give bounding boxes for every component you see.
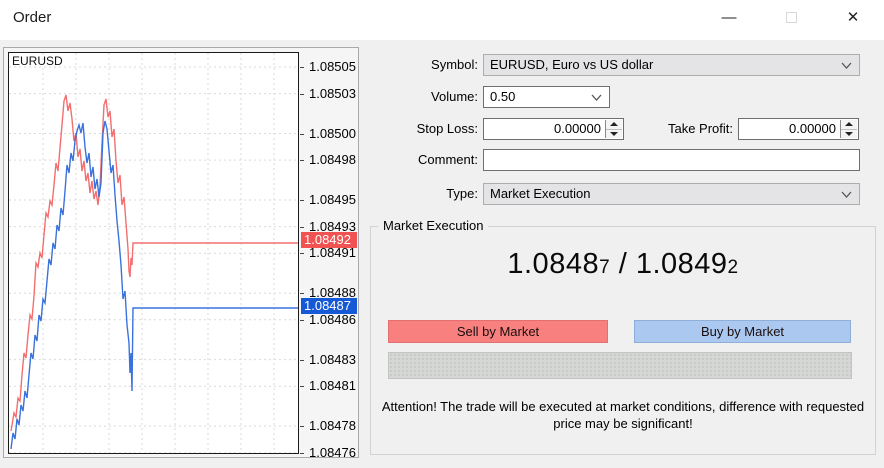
minimize-icon: — xyxy=(722,9,737,26)
axis-tick xyxy=(300,426,304,427)
sell-by-market-button[interactable]: Sell by Market xyxy=(388,320,608,343)
volume-value: 0.50 xyxy=(490,89,515,104)
price-scale: 1.08492 1.08487 1.085051.085031.085001.0… xyxy=(300,48,358,458)
take-profit-stepper xyxy=(840,120,857,138)
stop-loss-stepper xyxy=(605,120,622,138)
symbol-value: EURUSD, Euro vs US dollar xyxy=(490,57,653,72)
quote-separator: / xyxy=(610,248,636,280)
axis-tick xyxy=(300,360,304,361)
title-bar: Order — ✕ xyxy=(0,0,884,40)
chart-panel: EURUSD 1.08492 1.08487 1.085051.085031.0… xyxy=(3,47,359,458)
symbol-select[interactable]: EURUSD, Euro vs US dollar xyxy=(483,54,860,76)
maximize-button xyxy=(760,0,822,34)
axis-price-label: 1.08483 xyxy=(309,352,356,368)
axis-price-label: 1.08491 xyxy=(309,245,356,261)
buy-by-market-button[interactable]: Buy by Market xyxy=(634,320,851,343)
chevron-down-icon xyxy=(840,188,853,201)
spin-down-button[interactable] xyxy=(606,130,622,139)
axis-tick xyxy=(300,67,304,68)
axis-price-label: 1.08488 xyxy=(309,285,356,301)
axis-price-label: 1.08495 xyxy=(309,192,356,208)
quote-bid-main: 1.0848 xyxy=(507,248,599,280)
spin-up-button[interactable] xyxy=(841,120,857,130)
attention-text: Attention! The trade will be executed at… xyxy=(375,398,871,432)
axis-price-label: 1.08476 xyxy=(309,445,356,461)
axis-tick xyxy=(300,227,304,228)
chevron-down-icon xyxy=(590,91,603,104)
volume-label: Volume: xyxy=(368,86,478,107)
close-icon: ✕ xyxy=(847,8,860,26)
axis-price-label: 1.08498 xyxy=(309,152,356,168)
spin-down-icon xyxy=(845,132,853,136)
type-label: Type: xyxy=(368,183,478,204)
chevron-down-icon xyxy=(840,59,853,72)
axis-tick xyxy=(300,320,304,321)
execution-progress-bar xyxy=(388,352,852,379)
axis-tick xyxy=(300,134,304,135)
axis-price-label: 1.08478 xyxy=(309,418,356,434)
maximize-icon xyxy=(786,12,797,23)
tick-chart: EURUSD xyxy=(8,52,299,454)
axis-price-label: 1.08486 xyxy=(309,312,356,328)
spin-up-icon xyxy=(845,122,853,126)
minimize-button[interactable]: — xyxy=(698,0,760,34)
type-select[interactable]: Market Execution xyxy=(483,183,860,205)
spin-down-button[interactable] xyxy=(841,130,857,139)
axis-tick xyxy=(300,386,304,387)
stop-loss-value: 0.00000 xyxy=(554,121,601,136)
axis-tick xyxy=(300,94,304,95)
axis-tick xyxy=(300,453,304,454)
quote-ask-last-digit: 2 xyxy=(728,257,739,278)
axis-price-label: 1.08493 xyxy=(309,219,356,235)
chart-symbol-label: EURUSD xyxy=(12,54,63,68)
symbol-label: Symbol: xyxy=(368,54,478,75)
take-profit-label: Take Profit: xyxy=(623,118,733,139)
axis-tick xyxy=(300,293,304,294)
axis-price-label: 1.08481 xyxy=(309,378,356,394)
market-execution-group-label: Market Execution xyxy=(378,218,488,233)
quote-display: 1.08487 / 1.08492 xyxy=(370,248,876,281)
comment-label: Comment: xyxy=(368,149,478,170)
spin-up-button[interactable] xyxy=(606,120,622,130)
axis-tick xyxy=(300,160,304,161)
axis-price-label: 1.08500 xyxy=(309,126,356,142)
volume-select[interactable]: 0.50 xyxy=(483,86,610,108)
axis-price-label: 1.08503 xyxy=(309,86,356,102)
spin-up-icon xyxy=(610,122,618,126)
spin-down-icon xyxy=(610,132,618,136)
axis-tick xyxy=(300,253,304,254)
tick-chart-svg xyxy=(9,53,298,453)
type-value: Market Execution xyxy=(490,186,590,201)
window-controls: — ✕ xyxy=(698,0,884,34)
axis-price-label: 1.08505 xyxy=(309,59,356,75)
comment-input[interactable] xyxy=(483,149,860,171)
take-profit-value: 0.00000 xyxy=(789,121,836,136)
stop-loss-label: Stop Loss: xyxy=(368,118,478,139)
stop-loss-input[interactable]: 0.00000 xyxy=(483,118,624,140)
close-button[interactable]: ✕ xyxy=(822,0,884,34)
quote-bid-last-digit: 7 xyxy=(599,257,610,278)
take-profit-input[interactable]: 0.00000 xyxy=(738,118,859,140)
window-title: Order xyxy=(13,9,51,26)
axis-tick xyxy=(300,200,304,201)
quote-ask-main: 1.0849 xyxy=(636,248,728,280)
